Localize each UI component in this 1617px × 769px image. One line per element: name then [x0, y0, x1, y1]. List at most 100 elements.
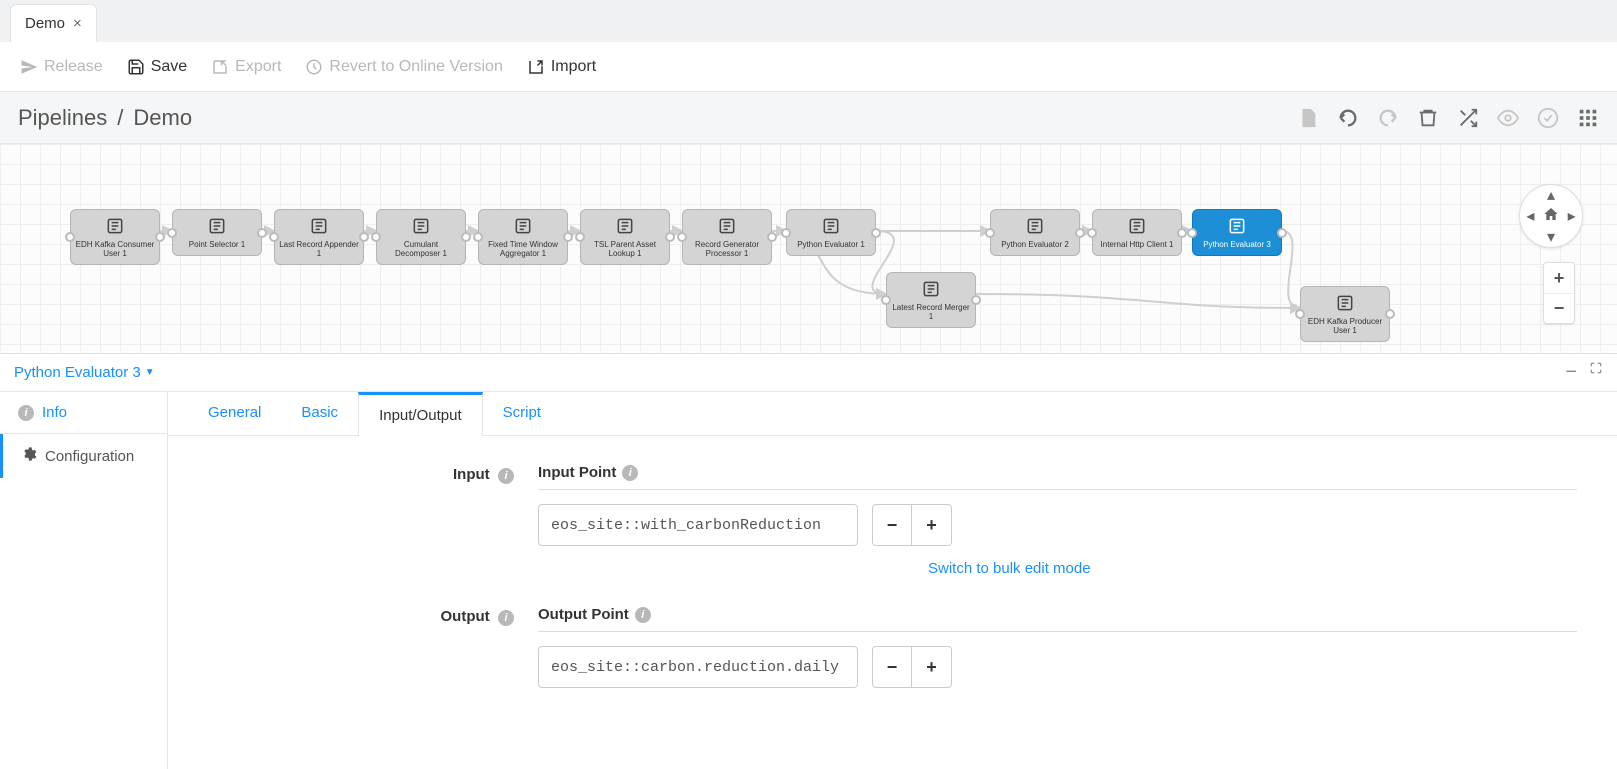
pipeline-node[interactable]: Python Evaluator 3	[1192, 209, 1282, 256]
import-icon	[527, 58, 545, 76]
node-input-port[interactable]	[371, 232, 381, 242]
node-output-port[interactable]	[563, 232, 573, 242]
node-input-port[interactable]	[677, 232, 687, 242]
info-icon[interactable]: i	[635, 607, 651, 623]
nav-down-icon[interactable]: ▾	[1547, 227, 1555, 247]
nav-left-icon[interactable]: ◂	[1526, 206, 1534, 226]
release-button[interactable]: Release	[20, 58, 103, 76]
side-tab-configuration[interactable]: Configuration	[0, 434, 167, 478]
pipeline-node[interactable]: Internal Http Client 1	[1092, 209, 1182, 256]
tab-script[interactable]: Script	[483, 392, 561, 435]
node-input-port[interactable]	[575, 232, 585, 242]
add-input-button[interactable]: +	[912, 504, 952, 546]
node-output-port[interactable]	[155, 232, 165, 242]
node-input-port[interactable]	[1295, 309, 1305, 319]
detail-title-dropdown[interactable]: Python Evaluator 3 ▼	[14, 364, 155, 381]
node-output-port[interactable]	[971, 295, 981, 305]
node-input-port[interactable]	[65, 232, 75, 242]
pipeline-node[interactable]: TSL Parent Asset Lookup 1	[580, 209, 670, 265]
config-tabs: General Basic Input/Output Script	[168, 392, 1617, 436]
pipeline-node[interactable]: Record Generator Processor 1	[682, 209, 772, 265]
node-type-icon	[207, 216, 227, 236]
node-output-port[interactable]	[461, 232, 471, 242]
node-output-port[interactable]	[1277, 228, 1287, 238]
pipeline-node[interactable]: EDH Kafka Producer User 1	[1300, 286, 1390, 342]
shuffle-icon[interactable]	[1457, 107, 1479, 129]
node-input-port[interactable]	[473, 232, 483, 242]
history-icon	[305, 58, 323, 76]
nav-up-icon[interactable]: ▴	[1547, 185, 1555, 205]
pipeline-node[interactable]: Last Record Appender 1	[274, 209, 364, 265]
node-output-port[interactable]	[767, 232, 777, 242]
nav-right-icon[interactable]: ▸	[1568, 206, 1576, 226]
node-input-port[interactable]	[167, 228, 177, 238]
nav-home-icon[interactable]	[1543, 206, 1559, 227]
check-circle-icon[interactable]	[1537, 107, 1559, 129]
breadcrumb-current: Demo	[133, 105, 192, 131]
node-type-icon	[1335, 293, 1355, 313]
fullscreen-icon[interactable]	[1589, 361, 1603, 384]
pipeline-node[interactable]: Fixed Time Window Aggregator 1	[478, 209, 568, 265]
breadcrumb-root[interactable]: Pipelines	[18, 105, 107, 131]
undo-icon[interactable]	[1337, 107, 1359, 129]
info-icon[interactable]: i	[498, 468, 514, 484]
node-input-port[interactable]	[1087, 228, 1097, 238]
editor-tab-demo[interactable]: Demo ×	[10, 4, 97, 42]
node-output-port[interactable]	[359, 232, 369, 242]
node-label: Record Generator Processor 1	[687, 240, 767, 258]
remove-output-button[interactable]: −	[872, 646, 912, 688]
grid-icon[interactable]	[1577, 107, 1599, 129]
node-output-port[interactable]	[665, 232, 675, 242]
node-input-port[interactable]	[985, 228, 995, 238]
zoom-out-button[interactable]: −	[1544, 293, 1574, 323]
side-tab-info[interactable]: i Info	[0, 392, 167, 434]
node-input-port[interactable]	[881, 295, 891, 305]
node-label: Python Evaluator 3	[1197, 240, 1277, 249]
tab-input-output[interactable]: Input/Output	[358, 392, 483, 436]
node-input-port[interactable]	[1187, 228, 1197, 238]
node-output-port[interactable]	[1075, 228, 1085, 238]
node-output-port[interactable]	[871, 228, 881, 238]
info-icon[interactable]: i	[622, 465, 638, 481]
revert-button[interactable]: Revert to Online Version	[305, 58, 502, 76]
output-point-field[interactable]	[538, 646, 858, 688]
export-button[interactable]: Export	[211, 58, 281, 76]
node-output-port[interactable]	[1385, 309, 1395, 319]
trash-icon[interactable]	[1417, 107, 1439, 129]
zoom-in-button[interactable]: +	[1544, 263, 1574, 293]
tab-general[interactable]: General	[188, 392, 281, 435]
node-type-icon	[821, 216, 841, 236]
tab-label: Demo	[25, 15, 65, 32]
pipeline-canvas[interactable]: EDH Kafka Consumer User 1 Point Selector…	[0, 144, 1617, 354]
pipeline-node[interactable]: EDH Kafka Consumer User 1	[70, 209, 160, 265]
input-point-field[interactable]	[538, 504, 858, 546]
node-type-icon	[717, 216, 737, 236]
node-type-icon	[1127, 216, 1147, 236]
pipeline-node[interactable]: Point Selector 1	[172, 209, 262, 256]
import-button[interactable]: Import	[527, 58, 596, 76]
node-label: Internal Http Client 1	[1097, 240, 1177, 249]
close-icon[interactable]: ×	[73, 15, 82, 32]
pipeline-node[interactable]: Python Evaluator 2	[990, 209, 1080, 256]
bulk-edit-link[interactable]: Switch to bulk edit mode	[928, 560, 1091, 577]
tab-basic[interactable]: Basic	[281, 392, 358, 435]
redo-icon[interactable]	[1377, 107, 1399, 129]
node-input-port[interactable]	[269, 232, 279, 242]
save-button[interactable]: Save	[127, 58, 187, 76]
node-type-icon	[411, 216, 431, 236]
eye-icon[interactable]	[1497, 107, 1519, 129]
pipeline-node[interactable]: Python Evaluator 1	[786, 209, 876, 256]
node-output-port[interactable]	[1177, 228, 1187, 238]
minimize-icon[interactable]: −	[1565, 361, 1577, 384]
pipeline-node[interactable]: Latest Record Merger 1	[886, 272, 976, 328]
canvas-nav-compass[interactable]: ▴ ◂ ▸ ▾	[1519, 184, 1583, 248]
node-label: Point Selector 1	[177, 240, 257, 249]
pipeline-node[interactable]: Cumulant Decomposer 1	[376, 209, 466, 265]
document-icon[interactable]	[1297, 107, 1319, 129]
node-label: Last Record Appender 1	[279, 240, 359, 258]
node-output-port[interactable]	[257, 228, 267, 238]
node-input-port[interactable]	[781, 228, 791, 238]
info-icon[interactable]: i	[498, 610, 514, 626]
remove-input-button[interactable]: −	[872, 504, 912, 546]
add-output-button[interactable]: +	[912, 646, 952, 688]
